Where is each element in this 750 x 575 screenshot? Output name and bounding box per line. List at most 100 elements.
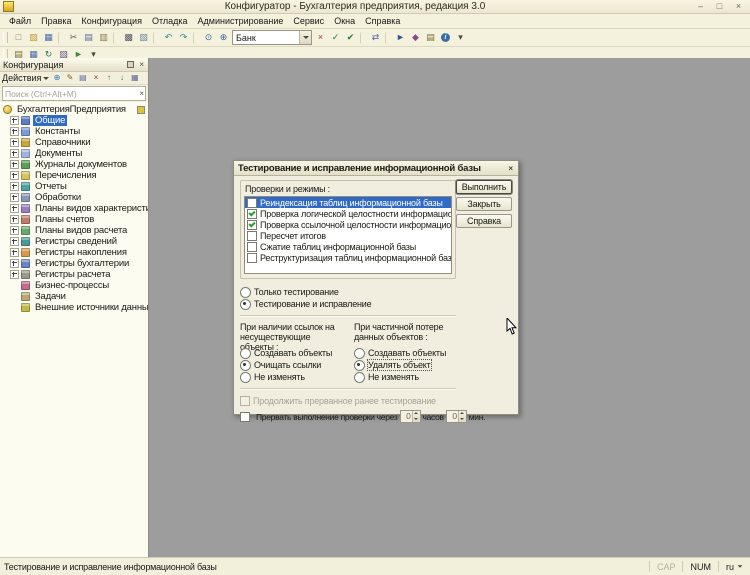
combo-dropdown-icon[interactable] — [299, 31, 311, 44]
actions-menu[interactable]: Действия — [2, 73, 41, 83]
toolbar-overflow-icon[interactable]: ▾ — [453, 31, 468, 44]
expander-icon[interactable] — [10, 259, 19, 268]
tree-item[interactable]: Документы — [0, 148, 148, 159]
broken-refs-option[interactable]: Не изменять — [240, 371, 342, 383]
cut-icon[interactable]: ✂ — [66, 31, 81, 44]
compare-config-icon[interactable]: ⇄ — [368, 31, 383, 44]
add-icon[interactable]: ⊕ — [50, 73, 63, 84]
expander-icon[interactable] — [10, 138, 19, 147]
dialog-close-icon[interactable]: × — [507, 164, 514, 173]
tree-item[interactable]: Журналы документов — [0, 159, 148, 170]
broken-refs-option[interactable]: Создавать объекты — [240, 347, 342, 359]
tree-item[interactable]: Регистры расчета — [0, 269, 148, 280]
checkbox-icon[interactable] — [247, 253, 257, 263]
menu-edit[interactable]: Правка — [36, 15, 76, 27]
open-icon[interactable]: ▨ — [26, 31, 41, 44]
radio-icon[interactable] — [240, 299, 251, 310]
new-icon[interactable]: □ — [11, 31, 26, 44]
separator[interactable] — [153, 32, 159, 44]
check-item[interactable]: Проверка ссылочной целостности информаци… — [245, 219, 451, 230]
check-item[interactable]: Реструктуризация таблиц информационной б… — [245, 252, 451, 263]
menu-windows[interactable]: Окна — [329, 15, 360, 27]
menu-administration[interactable]: Администрирование — [193, 15, 289, 27]
mode-option[interactable]: Тестирование и исправление — [240, 298, 456, 310]
clear-find-icon[interactable]: × — [313, 31, 328, 44]
expander-icon[interactable] — [10, 226, 19, 235]
move-up-icon[interactable]: ↑ — [102, 73, 115, 84]
radio-icon[interactable] — [240, 372, 251, 383]
interrupt-checkbox-icon[interactable] — [240, 412, 250, 422]
expander-icon[interactable] — [10, 116, 19, 125]
tree-item[interactable]: Планы счетов — [0, 214, 148, 225]
tree-item[interactable]: Планы видов характеристик — [0, 203, 148, 214]
help-button[interactable]: Справка — [456, 214, 512, 228]
sort-icon[interactable]: ▦ — [128, 73, 141, 84]
expander-icon[interactable] — [10, 193, 19, 202]
search-input[interactable] — [3, 89, 138, 99]
find-icon[interactable]: ⊙ — [201, 31, 216, 44]
close-button[interactable]: × — [730, 0, 747, 13]
check-item[interactable]: Реиндексация таблиц информационной базы — [245, 197, 451, 208]
menu-configuration[interactable]: Конфигурация — [77, 15, 147, 27]
partial-loss-option[interactable]: Удалять объект — [354, 359, 456, 371]
radio-icon[interactable] — [240, 360, 251, 371]
undo-icon[interactable]: ↶ — [161, 31, 176, 44]
tree-item[interactable]: Константы — [0, 126, 148, 137]
radio-icon[interactable] — [240, 287, 251, 298]
expander-icon[interactable] — [10, 204, 19, 213]
menu-help[interactable]: Справка — [360, 15, 405, 27]
checkbox-icon[interactable] — [247, 220, 257, 230]
separator[interactable] — [113, 32, 119, 44]
radio-icon[interactable] — [354, 360, 365, 371]
tree-item[interactable]: Задачи — [0, 291, 148, 302]
tree-item[interactable]: Отчеты — [0, 181, 148, 192]
stepper-arrows-icon[interactable] — [458, 411, 466, 422]
tree-item[interactable]: Внешние источники данных — [0, 302, 148, 313]
panel-close-icon[interactable]: × — [138, 60, 145, 69]
pin-icon[interactable] — [127, 61, 134, 68]
copy-icon[interactable]: ▤ — [81, 31, 96, 44]
actions-dropdown-icon[interactable] — [43, 77, 49, 80]
radio-icon[interactable] — [354, 348, 365, 359]
radio-icon[interactable] — [354, 372, 365, 383]
tree-root[interactable]: БухгалтерияПредприятия — [0, 104, 148, 115]
move-down-icon[interactable]: ↓ — [115, 73, 128, 84]
separator[interactable] — [58, 32, 64, 44]
checkbox-icon[interactable] — [247, 198, 257, 208]
partial-loss-option[interactable]: Создавать объекты — [354, 347, 456, 359]
tree-item[interactable]: Регистры сведений — [0, 236, 148, 247]
info-icon[interactable]: i — [438, 31, 453, 44]
separator[interactable] — [193, 32, 199, 44]
checkbox-icon[interactable] — [247, 231, 257, 241]
delete-icon[interactable]: × — [89, 73, 102, 84]
print-icon[interactable]: ▩ — [121, 31, 136, 44]
find-combo[interactable]: Банк — [232, 30, 312, 45]
expander-icon[interactable] — [10, 160, 19, 169]
dialog-title-bar[interactable]: Тестирование и исправление информационно… — [234, 161, 518, 176]
close-dialog-button[interactable]: Закрыть — [456, 197, 512, 211]
expander-icon[interactable] — [10, 171, 19, 180]
hours-stepper[interactable]: 0 — [400, 410, 421, 423]
debug-run-icon[interactable]: ► — [393, 31, 408, 44]
separator[interactable] — [385, 32, 391, 44]
breakpoints-icon[interactable]: ◆ — [408, 31, 423, 44]
search-clear-icon[interactable]: × — [138, 89, 145, 98]
menu-service[interactable]: Сервис — [288, 15, 329, 27]
language-indicator[interactable]: ru — [718, 561, 750, 572]
checkbox-icon[interactable] — [247, 209, 257, 219]
tree-item[interactable]: Планы видов расчета — [0, 225, 148, 236]
broken-refs-option[interactable]: Очищать ссылки — [240, 359, 342, 371]
templates-icon[interactable]: ▤ — [423, 31, 438, 44]
menu-debug[interactable]: Отладка — [147, 15, 193, 27]
redo-icon[interactable]: ↷ — [176, 31, 191, 44]
separator[interactable] — [360, 32, 366, 44]
check-item[interactable]: Сжатие таблиц информационной базы — [245, 241, 451, 252]
minutes-stepper[interactable]: 0 — [446, 410, 467, 423]
save-icon[interactable]: ▦ — [41, 31, 56, 44]
tree-item[interactable]: Перечисления — [0, 170, 148, 181]
stepper-arrows-icon[interactable] — [412, 411, 420, 422]
print-preview-icon[interactable]: ▧ — [136, 31, 151, 44]
tree-item[interactable]: Общие — [0, 115, 148, 126]
checkbox-icon[interactable] — [247, 242, 257, 252]
expander-icon[interactable] — [10, 149, 19, 158]
